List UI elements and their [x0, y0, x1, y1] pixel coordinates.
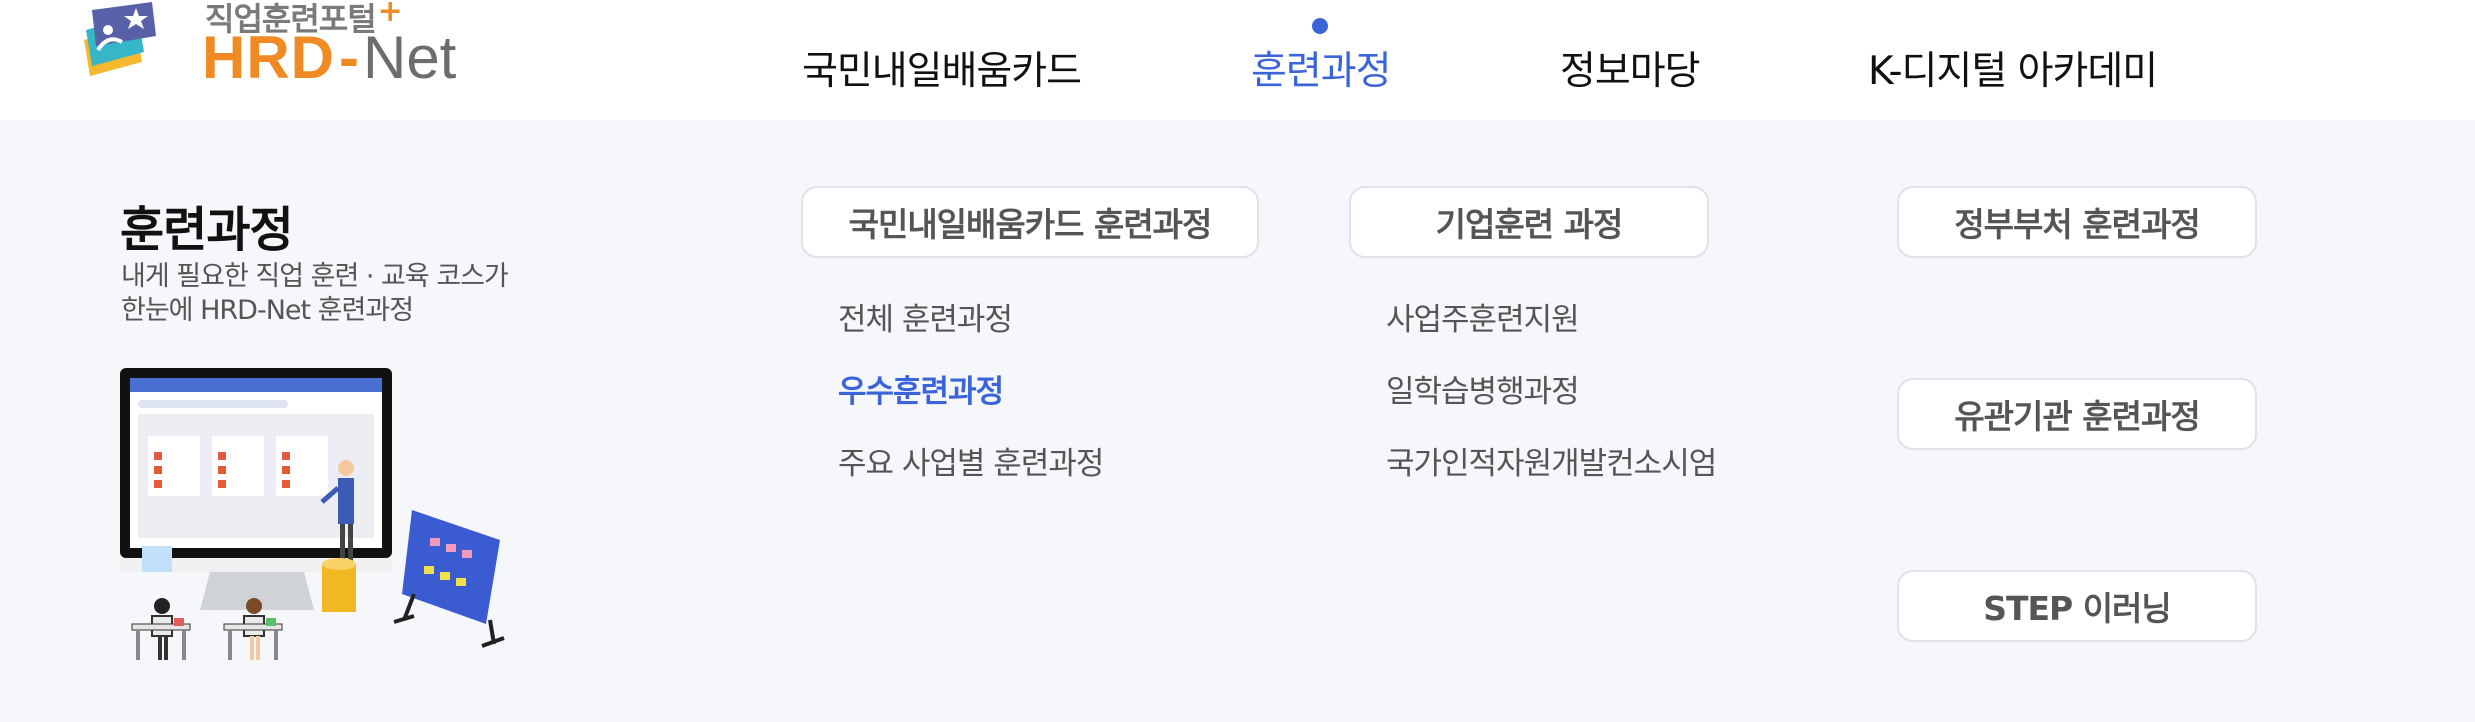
link-employer-training-support[interactable]: 사업주훈련지원: [1386, 294, 1580, 339]
category-corporate-training[interactable]: 기업훈련 과정: [1349, 186, 1709, 258]
link-work-study-courses[interactable]: 일학습병행과정: [1386, 366, 1580, 411]
logo-hrd-text: HRD: [202, 24, 335, 91]
link-all-courses[interactable]: 전체 훈련과정: [838, 294, 1013, 339]
description-line-2: 한눈에 HRD-Net 훈련과정: [121, 295, 414, 326]
category-card-training[interactable]: 국민내일배움카드 훈련과정: [801, 186, 1259, 258]
nav-item-k-digital[interactable]: K-디지털 아카데미: [1868, 40, 2158, 96]
site-header: 직업훈련포털+ HRD-Net 국민내일배움카드 훈련과정 정보마당 K-디지털…: [0, 0, 2475, 120]
mega-menu-panel: 훈련과정 내게 필요한 직업 훈련 · 교육 코스가 한눈에 HRD-Net 훈…: [0, 120, 2475, 722]
mega-menu-description: 내게 필요한 직업 훈련 · 교육 코스가 한눈에 HRD-Net 훈련과정: [121, 260, 509, 328]
classroom-illustration: [120, 368, 505, 660]
nav-item-info[interactable]: 정보마당: [1560, 40, 1701, 96]
logo-net-text: Net: [362, 24, 457, 91]
logo-wordmark: HRD-Net: [202, 26, 456, 90]
category-step-elearning[interactable]: STEP 이러닝: [1897, 570, 2257, 642]
logo-graphic-icon: [84, 2, 156, 76]
nav-item-training[interactable]: 훈련과정: [1251, 40, 1392, 96]
link-excellent-courses[interactable]: 우수훈련과정: [838, 366, 1004, 411]
active-indicator-dot: [1312, 18, 1328, 34]
link-national-hrd-consortium[interactable]: 국가인적자원개발컨소시엄: [1386, 438, 1717, 483]
nav-item-card[interactable]: 국민내일배움카드: [802, 40, 1082, 96]
hrd-net-logo[interactable]: 직업훈련포털+ HRD-Net: [78, 0, 478, 90]
link-courses-by-project[interactable]: 주요 사업별 훈련과정: [838, 438, 1104, 483]
category-related-agency-training[interactable]: 유관기관 훈련과정: [1897, 378, 2257, 450]
description-line-1: 내게 필요한 직업 훈련 · 교육 코스가: [121, 261, 509, 292]
category-government-training[interactable]: 정부부처 훈련과정: [1897, 186, 2257, 258]
mega-menu-title: 훈련과정: [120, 202, 294, 258]
logo-dash: -: [339, 24, 359, 91]
